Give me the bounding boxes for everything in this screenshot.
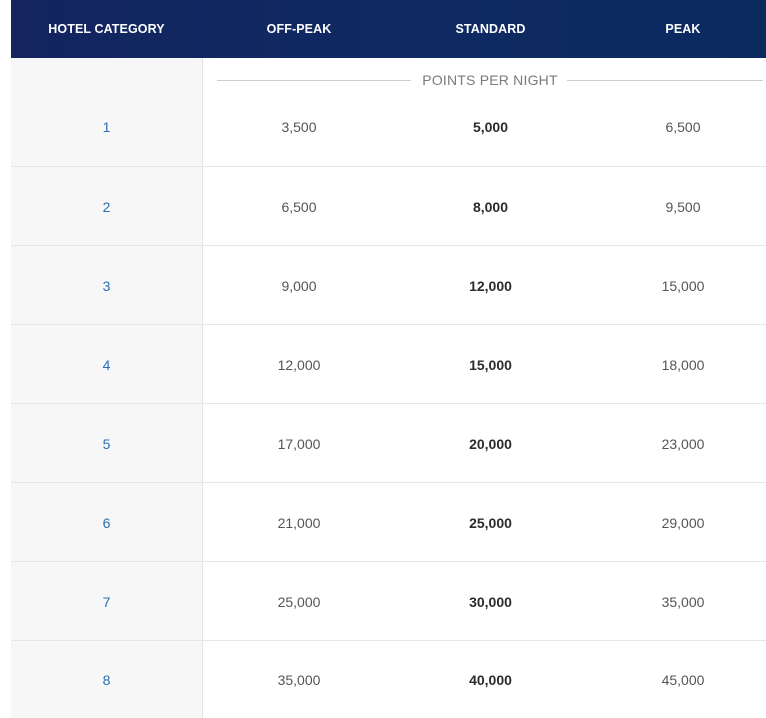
cell-standard-points: 5,000	[472, 118, 509, 135]
cell-off-peak-points: 12,000	[277, 356, 321, 373]
caption-rule-right	[567, 80, 763, 81]
caption-rule-left	[217, 80, 411, 81]
header-off-peak: OFF-PEAK	[266, 22, 332, 36]
cell-hotel-category[interactable]: 7	[11, 562, 202, 641]
cell-standard-points: 15,000	[469, 356, 512, 373]
table-row: 3 9,000 12,000 15,000	[11, 246, 766, 325]
cell-standard-points: 25,000	[469, 514, 512, 531]
cell-peak-points: 15,000	[661, 277, 705, 294]
header-hotel-category: HOTEL CATEGORY	[48, 22, 165, 36]
cell-hotel-category[interactable]: 5	[11, 404, 202, 483]
cell-peak-points: 6,500	[665, 118, 701, 135]
cell-off-peak-points: 35,000	[277, 671, 321, 688]
cell-peak-points: 18,000	[661, 356, 705, 373]
cell-off-peak-points: 9,000	[281, 277, 317, 294]
cell-peak-points: 35,000	[661, 593, 705, 610]
cell-off-peak-points: 17,000	[277, 435, 321, 452]
cell-peak-points: 9,500	[665, 198, 701, 215]
cell-off-peak-points: 3,500	[281, 118, 317, 135]
cell-off-peak-points: 6,500	[281, 198, 317, 215]
award-chart-table: HOTEL CATEGORY OFF-PEAK STANDARD PEAK PO…	[11, 0, 766, 718]
table-row: 7 25,000 30,000 35,000	[11, 562, 766, 641]
cell-hotel-category[interactable]: 6	[11, 483, 202, 562]
cell-hotel-category[interactable]: 4	[11, 325, 202, 404]
cell-standard-points: 40,000	[469, 671, 512, 688]
cell-hotel-category[interactable]: 2	[11, 167, 202, 246]
cell-standard-points: 12,000	[469, 277, 512, 294]
table-row: 2 6,500 8,000 9,500	[11, 167, 766, 246]
table-row: 5 17,000 20,000 23,000	[11, 404, 766, 483]
cell-peak-points: 45,000	[661, 671, 705, 688]
header-peak: PEAK	[665, 22, 701, 36]
cell-standard-points: 30,000	[469, 593, 512, 610]
table-row: 6 21,000 25,000 29,000	[11, 483, 766, 562]
cell-hotel-category[interactable]: 1	[11, 87, 202, 166]
cell-hotel-category[interactable]: 3	[11, 246, 202, 325]
table-row: 1 3,500 5,000 6,500	[11, 88, 766, 167]
header-standard: STANDARD	[455, 22, 526, 36]
cell-off-peak-points: 21,000	[277, 514, 321, 531]
cell-peak-points: 23,000	[661, 435, 705, 452]
table-header: HOTEL CATEGORY OFF-PEAK STANDARD PEAK	[11, 0, 766, 58]
cell-standard-points: 20,000	[469, 435, 512, 452]
table-row: 8 35,000 40,000 45,000	[11, 641, 766, 718]
cell-standard-points: 8,000	[472, 198, 509, 215]
cell-peak-points: 29,000	[661, 514, 705, 531]
cell-hotel-category[interactable]: 8	[11, 641, 202, 718]
cell-off-peak-points: 25,000	[277, 593, 321, 610]
table-row: 4 12,000 15,000 18,000	[11, 325, 766, 404]
